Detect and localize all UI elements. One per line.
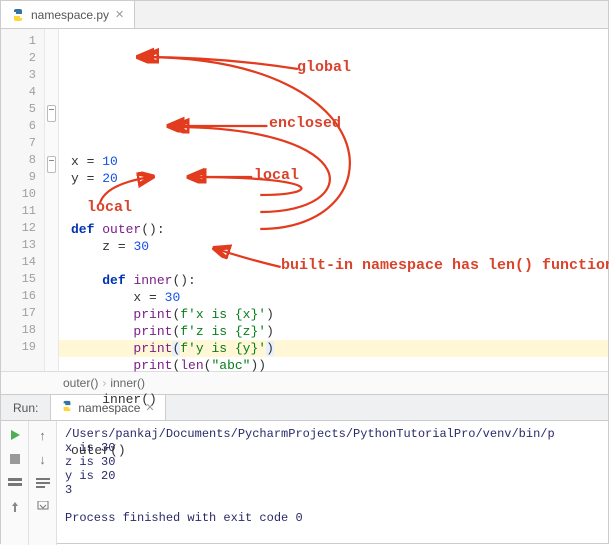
code-line[interactable]: y = 20 xyxy=(59,170,608,187)
line-number: 15 xyxy=(1,271,44,288)
code-line[interactable] xyxy=(59,187,608,204)
code-line[interactable]: x = 10 xyxy=(59,153,608,170)
up-icon[interactable]: ↑ xyxy=(35,427,51,443)
line-number: 10 xyxy=(1,186,44,203)
rerun-icon[interactable] xyxy=(7,427,23,443)
line-number: 2 xyxy=(1,50,44,67)
annotation-global: global xyxy=(297,59,351,76)
code-line[interactable]: def inner(): xyxy=(59,272,608,289)
code-line[interactable] xyxy=(59,374,608,391)
line-number: 9 xyxy=(1,169,44,186)
code-line[interactable] xyxy=(59,425,608,442)
file-tab-label: namespace.py xyxy=(31,8,109,22)
line-number: 18 xyxy=(1,322,44,339)
line-number: 7 xyxy=(1,135,44,152)
fold-gutter xyxy=(45,29,59,371)
line-number: 13 xyxy=(1,237,44,254)
python-file-icon xyxy=(11,8,25,22)
code-line[interactable]: print(f'z is {z}') xyxy=(59,323,608,340)
pin-icon[interactable] xyxy=(7,499,23,515)
line-number: 11 xyxy=(1,203,44,220)
code-line[interactable]: x = 30 xyxy=(59,289,608,306)
line-number: 1 xyxy=(1,33,44,50)
code-line[interactable] xyxy=(59,459,608,476)
annotation-enclosed: enclosed xyxy=(269,115,341,132)
down-icon[interactable]: ↓ xyxy=(35,451,51,467)
editor[interactable]: 12345678910111213141516171819 xyxy=(1,29,608,371)
code-line[interactable]: print(len("abc")) xyxy=(59,357,608,374)
line-number: 16 xyxy=(1,288,44,305)
code-line[interactable]: def outer(): xyxy=(59,221,608,238)
code-line[interactable]: print(f'y is {y}') xyxy=(59,340,608,357)
layout-icon[interactable] xyxy=(7,475,23,491)
line-number: 17 xyxy=(1,305,44,322)
stop-icon[interactable] xyxy=(7,451,23,467)
line-number-gutter: 12345678910111213141516171819 xyxy=(1,29,45,371)
file-tab[interactable]: namespace.py ✕ xyxy=(1,1,135,28)
close-icon[interactable]: ✕ xyxy=(115,8,124,21)
run-toolbar-left xyxy=(1,421,29,545)
line-number: 12 xyxy=(1,220,44,237)
line-number: 6 xyxy=(1,118,44,135)
code-line[interactable]: inner() xyxy=(59,391,608,408)
line-number: 14 xyxy=(1,254,44,271)
line-number: 8 xyxy=(1,152,44,169)
code-line[interactable]: outer() xyxy=(59,442,608,459)
run-label: Run: xyxy=(1,401,50,415)
scroll-to-end-icon[interactable] xyxy=(35,499,51,515)
line-number: 4 xyxy=(1,84,44,101)
tab-bar: namespace.py ✕ xyxy=(1,1,608,29)
line-number: 5 xyxy=(1,101,44,118)
run-toolbar-sub: ↑ ↓ xyxy=(29,421,57,545)
code-line[interactable]: z = 30 xyxy=(59,238,608,255)
line-number: 3 xyxy=(1,67,44,84)
code-line[interactable] xyxy=(59,408,608,425)
code-area[interactable]: global enclosed local local built-in nam… xyxy=(59,29,608,371)
line-number: 19 xyxy=(1,339,44,356)
code-line[interactable]: print(f'x is {x}') xyxy=(59,306,608,323)
code-line[interactable] xyxy=(59,255,608,272)
soft-wrap-icon[interactable] xyxy=(35,475,51,491)
code-line[interactable] xyxy=(59,204,608,221)
